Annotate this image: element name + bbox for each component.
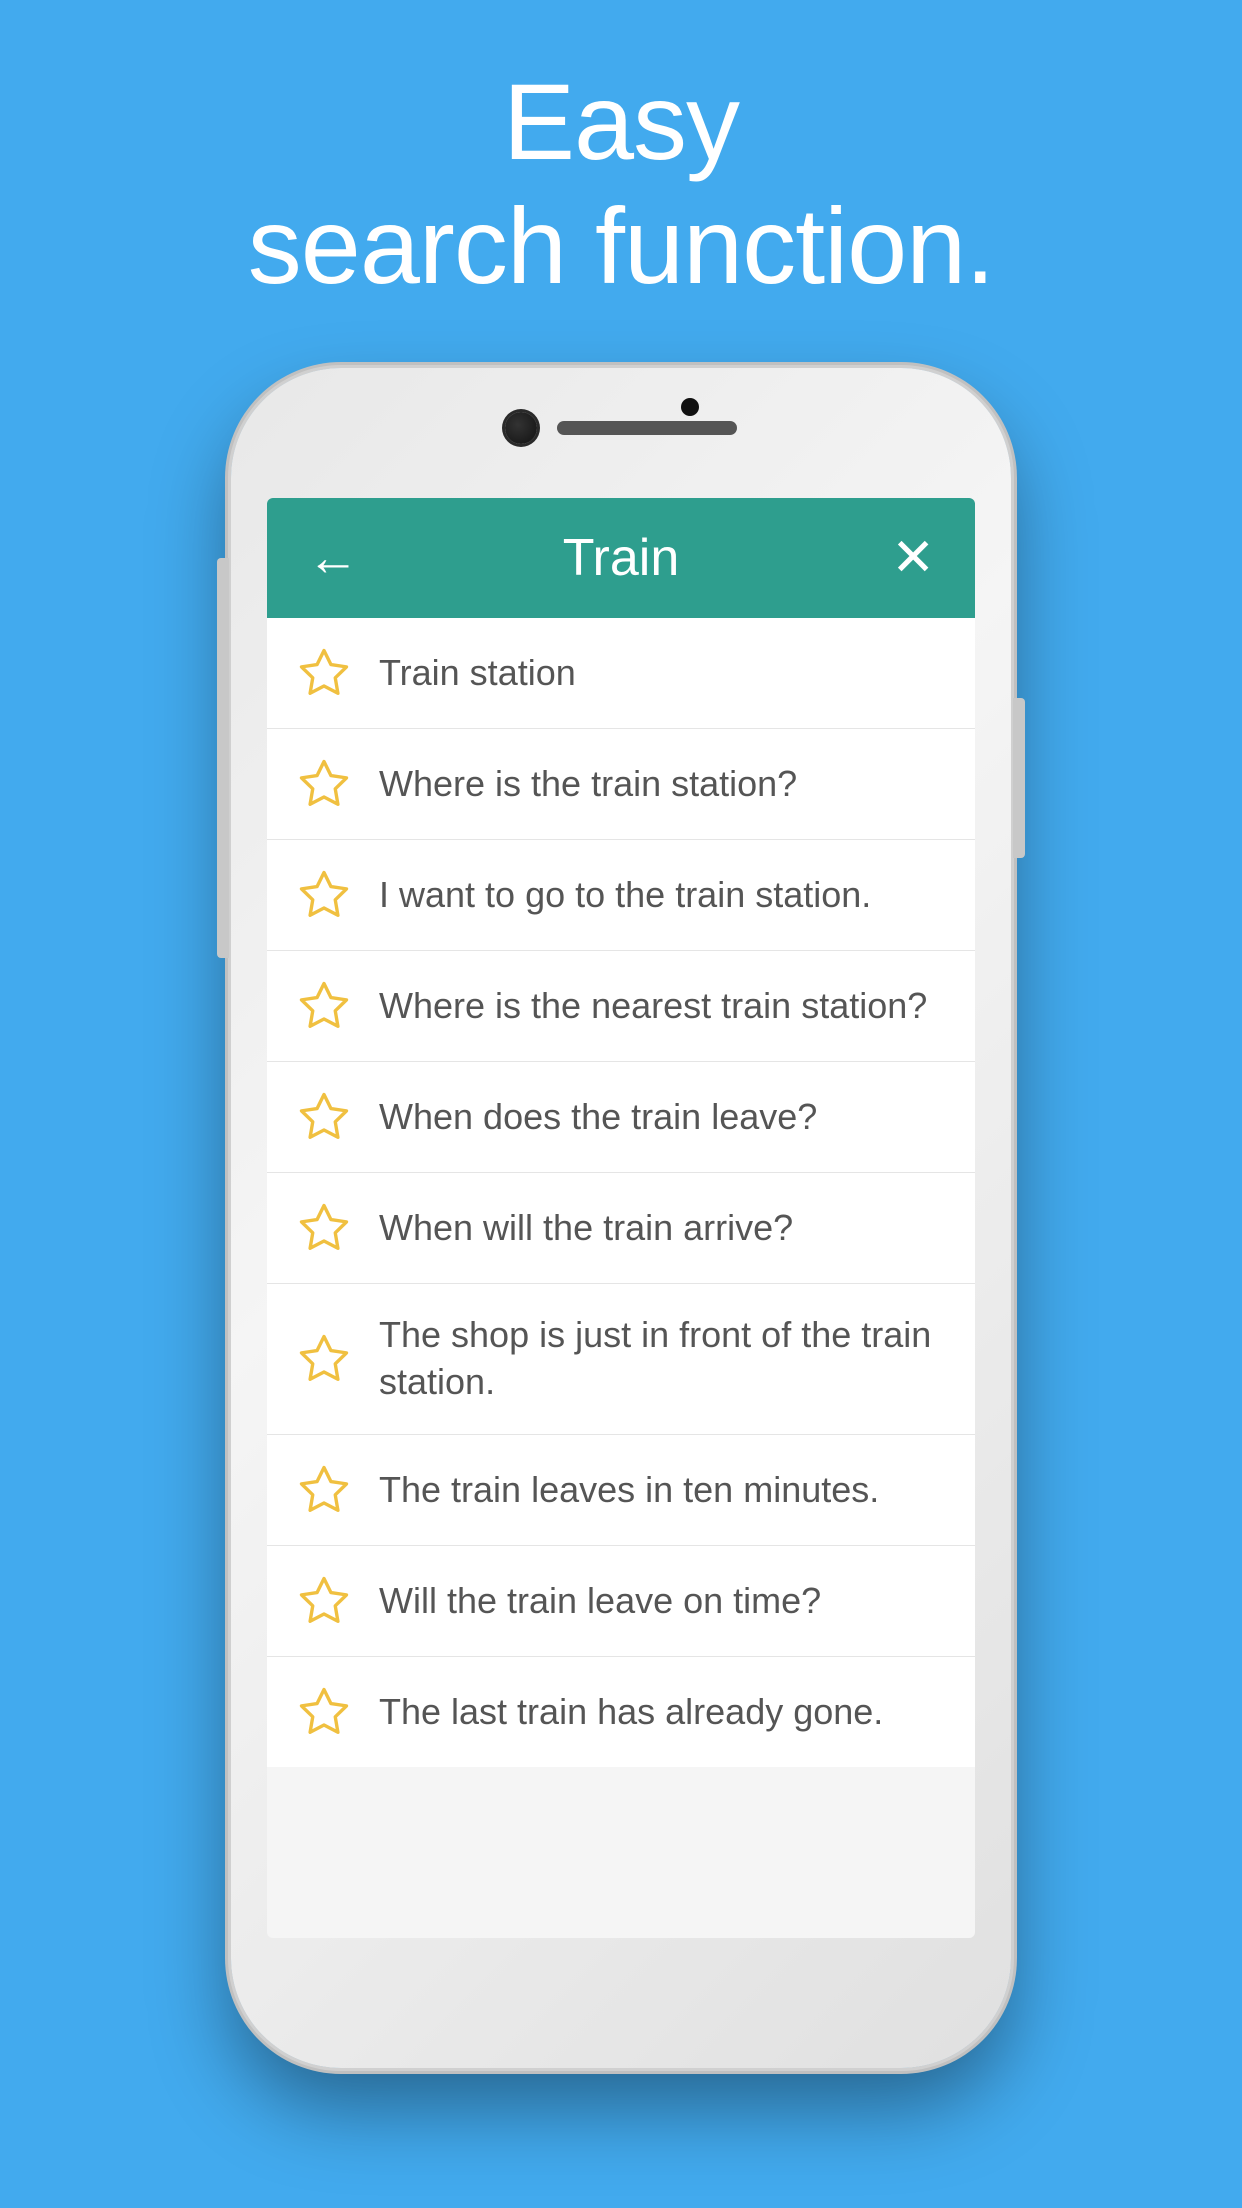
phrase-text: When will the train arrive? (379, 1205, 945, 1252)
list-item[interactable]: I want to go to the train station. (267, 840, 975, 951)
close-button[interactable]: ✕ (891, 528, 935, 588)
star-icon[interactable] (297, 1685, 351, 1739)
phone-top-bar (411, 412, 831, 444)
page-title: Easy search function. (248, 60, 994, 308)
star-icon[interactable] (297, 1574, 351, 1628)
header-title: Train (563, 528, 680, 588)
phrase-text: I want to go to the train station. (379, 872, 945, 919)
star-icon[interactable] (297, 868, 351, 922)
star-icon[interactable] (297, 646, 351, 700)
back-button[interactable]: ← (307, 528, 359, 588)
star-icon[interactable] (297, 1201, 351, 1255)
list-item[interactable]: Will the train leave on time? (267, 1546, 975, 1657)
phone-shell: ← Train ✕ Train station Where is the tra… (231, 368, 1011, 2068)
phrase-text: The last train has already gone. (379, 1689, 945, 1736)
list-item[interactable]: Where is the nearest train station? (267, 951, 975, 1062)
phrase-text: Where is the train station? (379, 761, 945, 808)
star-icon[interactable] (297, 757, 351, 811)
phrase-list: Train station Where is the train station… (267, 618, 975, 1767)
list-item[interactable]: When will the train arrive? (267, 1173, 975, 1284)
star-icon[interactable] (297, 1090, 351, 1144)
star-icon[interactable] (297, 1332, 351, 1386)
list-item[interactable]: Train station (267, 618, 975, 729)
list-item[interactable]: The shop is just in front of the train s… (267, 1284, 975, 1435)
app-header: ← Train ✕ (267, 498, 975, 618)
list-item[interactable]: The train leaves in ten minutes. (267, 1435, 975, 1546)
star-icon[interactable] (297, 1463, 351, 1517)
list-item[interactable]: Where is the train station? (267, 729, 975, 840)
phone-screen: ← Train ✕ Train station Where is the tra… (267, 498, 975, 1938)
star-icon[interactable] (297, 979, 351, 1033)
speaker (557, 421, 737, 435)
phone-mockup: ← Train ✕ Train station Where is the tra… (231, 368, 1011, 2068)
list-item[interactable]: When does the train leave? (267, 1062, 975, 1173)
phrase-text: Where is the nearest train station? (379, 983, 945, 1030)
list-item[interactable]: The last train has already gone. (267, 1657, 975, 1767)
front-camera-dot (681, 398, 699, 416)
phrase-text: Train station (379, 650, 945, 697)
phrase-text: Will the train leave on time? (379, 1578, 945, 1625)
phrase-text: The shop is just in front of the train s… (379, 1312, 945, 1406)
phrase-text: The train leaves in ten minutes. (379, 1467, 945, 1514)
phrase-text: When does the train leave? (379, 1094, 945, 1141)
camera (505, 412, 537, 444)
